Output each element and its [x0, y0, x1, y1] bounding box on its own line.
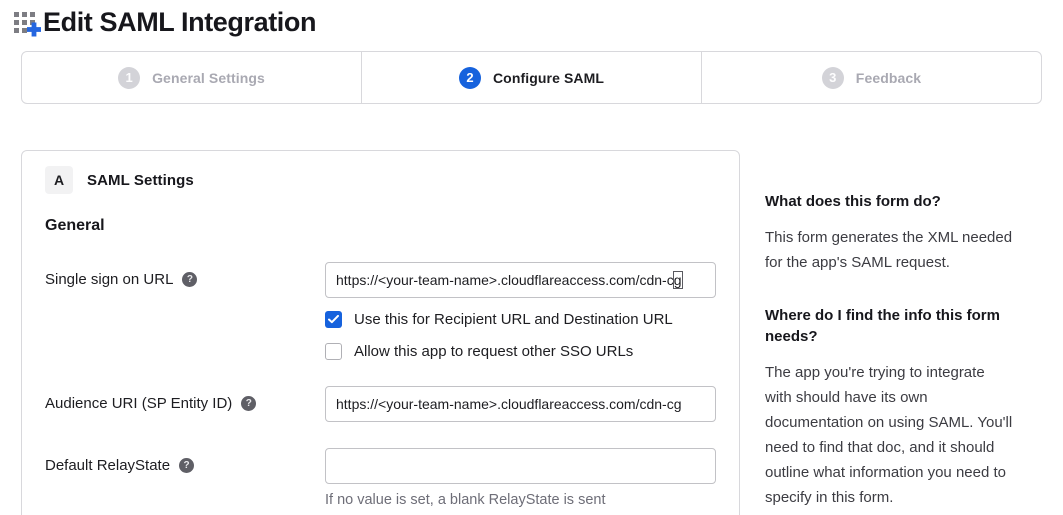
audience-uri-input[interactable]: https://<your-team-name>.cloudflareacces…	[325, 386, 716, 422]
audience-uri-label: Audience URI (SP Entity ID)	[45, 395, 232, 412]
other-sso-checkbox-row[interactable]: Allow this app to request other SSO URLs	[325, 343, 716, 360]
help-icon[interactable]: ?	[179, 458, 194, 473]
step-number-badge: 1	[118, 67, 140, 89]
page-header: Edit SAML Integration	[0, 0, 1063, 37]
section-badge: A	[45, 166, 73, 194]
section-header: A SAML Settings	[45, 166, 716, 194]
wizard-step-feedback[interactable]: 3 Feedback	[701, 52, 1041, 103]
section-title: SAML Settings	[87, 172, 194, 189]
audience-uri-value: https://<your-team-name>.cloudflareacces…	[336, 396, 682, 412]
saml-settings-panel: A SAML Settings General Single sign on U…	[21, 150, 740, 515]
step-label: Feedback	[856, 70, 921, 86]
help-sidebar: What does this form do? This form genera…	[765, 150, 1015, 515]
recipient-url-checkbox-row[interactable]: Use this for Recipient URL and Destinati…	[325, 311, 716, 328]
sidebar-heading: What does this form do?	[765, 191, 1015, 212]
relay-state-label: Default RelayState	[45, 457, 170, 474]
audience-uri-control: https://<your-team-name>.cloudflareacces…	[325, 386, 716, 422]
step-number-badge: 3	[822, 67, 844, 89]
sidebar-heading: Where do I find the info this form needs…	[765, 305, 1015, 347]
field-row-sso-url: Single sign on URL ? https://<your-team-…	[45, 262, 716, 360]
sso-url-label-wrap: Single sign on URL ?	[45, 262, 325, 288]
relay-state-control: If no value is set, a blank RelayState i…	[325, 448, 716, 508]
page-title: Edit SAML Integration	[43, 7, 316, 37]
sso-url-input[interactable]: https://<your-team-name>.cloudflareacces…	[325, 262, 716, 298]
wizard-step-general-settings[interactable]: 1 General Settings	[22, 52, 361, 103]
check-icon	[328, 315, 339, 324]
step-label: General Settings	[152, 70, 265, 86]
sso-url-value: https://<your-team-name>.cloudflareacces…	[336, 272, 674, 288]
sidebar-paragraph: This form generates the XML needed for t…	[765, 225, 1015, 275]
step-label: Configure SAML	[493, 70, 604, 86]
checkbox-unchecked-icon[interactable]	[325, 343, 342, 360]
checkbox-checked-icon[interactable]	[325, 311, 342, 328]
sso-url-control: https://<your-team-name>.cloudflareacces…	[325, 262, 716, 360]
field-row-relay-state: Default RelayState ? If no value is set,…	[45, 448, 716, 508]
relay-state-label-wrap: Default RelayState ?	[45, 448, 325, 474]
sso-url-label: Single sign on URL	[45, 271, 173, 288]
app-grid-add-icon	[13, 9, 41, 37]
step-number-badge: 2	[459, 67, 481, 89]
group-heading-general: General	[45, 217, 716, 235]
text-cursor: g	[674, 272, 682, 288]
help-icon[interactable]: ?	[182, 272, 197, 287]
wizard-step-configure-saml[interactable]: 2 Configure SAML	[361, 52, 701, 103]
recipient-url-checkbox-label: Use this for Recipient URL and Destinati…	[354, 311, 673, 328]
help-icon[interactable]: ?	[241, 396, 256, 411]
relay-state-input[interactable]	[325, 448, 716, 484]
relay-state-hint: If no value is set, a blank RelayState i…	[325, 492, 716, 508]
sidebar-paragraph: The app you're trying to integrate with …	[765, 360, 1015, 510]
main-content: A SAML Settings General Single sign on U…	[21, 150, 1042, 515]
other-sso-checkbox-label: Allow this app to request other SSO URLs	[354, 343, 633, 360]
audience-uri-label-wrap: Audience URI (SP Entity ID) ?	[45, 386, 325, 412]
field-row-audience-uri: Audience URI (SP Entity ID) ? https://<y…	[45, 386, 716, 422]
wizard-steps: 1 General Settings 2 Configure SAML 3 Fe…	[21, 51, 1042, 104]
